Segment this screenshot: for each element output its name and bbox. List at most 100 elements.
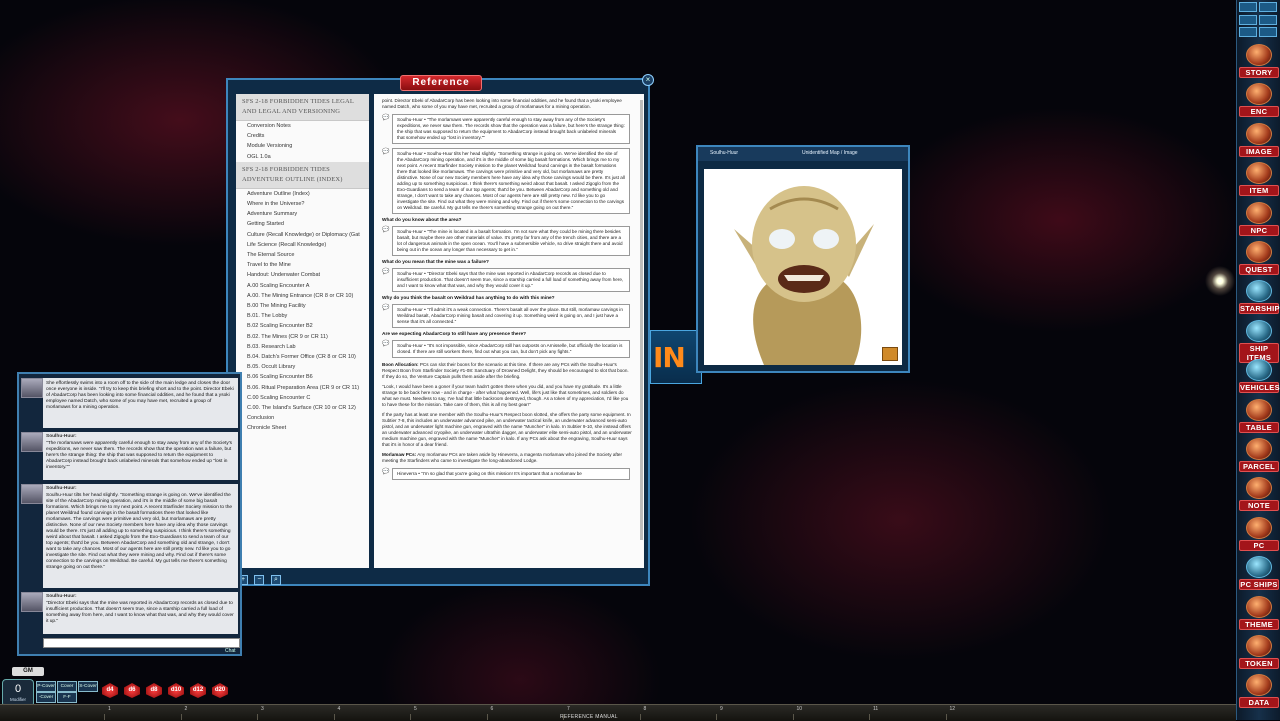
- question-heading: What do you know about the area?: [382, 218, 636, 223]
- avatar: [21, 592, 43, 612]
- toc-link[interactable]: Credits: [236, 131, 369, 141]
- sidebar-item-note[interactable]: NOTE: [1239, 477, 1279, 511]
- toc-link[interactable]: C.00 Scaling Encounter C: [236, 393, 369, 403]
- sidebar-item-theme[interactable]: THEME: [1239, 596, 1279, 630]
- chat-message: Soulhu-Huur:Soulhu-Huur tilts her head s…: [43, 484, 238, 588]
- avatar: [21, 432, 43, 452]
- toc-link[interactable]: C.00. The Island's Surface (CR 10 or CR …: [236, 403, 369, 413]
- cover-button[interactable]: -Cover: [36, 692, 56, 703]
- reference-window-title[interactable]: Reference: [400, 75, 482, 91]
- gm-badge[interactable]: GM: [12, 667, 44, 676]
- toc-link[interactable]: OGL 1.0a: [236, 152, 369, 162]
- hotkey-number: 5: [414, 706, 417, 712]
- library-sidebar: STORY ENC IMAGE ITEM NPC QUEST STARSHIPS SHIP I…: [1236, 0, 1280, 720]
- collapse-all-button[interactable]: −: [254, 575, 264, 585]
- sidebar-item-pc-ships[interactable]: PC SHIPS: [1239, 556, 1279, 590]
- hotkey-slot[interactable]: [946, 714, 1023, 720]
- close-icon[interactable]: ×: [642, 74, 654, 86]
- toc-link[interactable]: Handout: Underwater Combat: [236, 270, 369, 280]
- toc-link[interactable]: Conclusion: [236, 413, 369, 423]
- hotkey-slot[interactable]: [869, 714, 946, 720]
- dialogue-box[interactable]: Soulhu-Huur • "I'll admit it's a weak co…: [392, 304, 630, 328]
- toc-link[interactable]: Adventure Outline (Index): [236, 189, 369, 199]
- sidebar-item-story[interactable]: STORY: [1239, 44, 1279, 78]
- cover-button[interactable]: Cover: [57, 681, 77, 692]
- sidebar-item-token[interactable]: TOKEN: [1239, 635, 1279, 669]
- hotkey-number: 1: [108, 706, 111, 712]
- dialogue-box[interactable]: Soulhu-Huur • "Director Ebeki says that …: [392, 268, 630, 292]
- reference-content-pane[interactable]: point. Director Ebeki of AbadarCorp has …: [374, 94, 644, 568]
- toc-link[interactable]: Culture (Recall Knowledge) or Diplomacy …: [236, 230, 369, 240]
- toc-link[interactable]: A.00 Scaling Encounter A: [236, 281, 369, 291]
- sidebar-item-vehicles[interactable]: VEHICLES: [1239, 359, 1279, 393]
- cover-button[interactable]: P-Cover: [36, 681, 56, 692]
- dialogue-box[interactable]: Soulhu-Huur • "The morlamaws were appare…: [392, 114, 630, 144]
- pin-icon[interactable]: [882, 347, 898, 361]
- toc-link[interactable]: B.04. Datch's Former Office (CR 8 or CR …: [236, 352, 369, 362]
- toc-link[interactable]: Module Versioning: [236, 141, 369, 151]
- cover-button[interactable]: F-F: [57, 692, 77, 703]
- sidebar-item-starships[interactable]: STARSHIPS: [1239, 280, 1279, 314]
- toc-link[interactable]: Conversion Notes: [236, 121, 369, 131]
- theme-icon: [1246, 596, 1272, 618]
- hotkey-slot[interactable]: [334, 714, 411, 720]
- toc-link[interactable]: B.01. The Lobby: [236, 311, 369, 321]
- sidebar-item-quest[interactable]: QUEST: [1239, 241, 1279, 275]
- toc-link[interactable]: B.02 Scaling Encounter B2: [236, 321, 369, 331]
- hotkey-slot[interactable]: [181, 714, 258, 720]
- hotkey-slot[interactable]: [716, 714, 793, 720]
- hotkey-slot[interactable]: [487, 714, 564, 720]
- hotkey-number: 11: [873, 706, 878, 712]
- sidebar-item-item[interactable]: ITEM: [1239, 162, 1279, 196]
- toc-section-heading[interactable]: SFS 2-18 FORBIDDEN TIDES ADVENTURE OUTLI…: [236, 162, 369, 189]
- vehicles-icon: [1246, 359, 1272, 381]
- toc-link[interactable]: B.00 The Mining Facility: [236, 301, 369, 311]
- hotkey-slot[interactable]: [104, 714, 181, 720]
- search-icon[interactable]: ⌕: [271, 575, 281, 585]
- image-name[interactable]: Soulhu-Huur: [710, 150, 738, 156]
- hotkey-slot[interactable]: [793, 714, 870, 720]
- toc-link[interactable]: Life Science (Recall Knowledge): [236, 240, 369, 250]
- dialogue-box[interactable]: Soulhu-Huur • Soulhu-Huur tilts her head…: [392, 148, 630, 214]
- sidebar-item-data[interactable]: DATA: [1239, 674, 1279, 708]
- dialogue-box[interactable]: Hineverra • "I'm so glad that you're goi…: [392, 468, 630, 480]
- toc-link[interactable]: Chronicle Sheet: [236, 423, 369, 433]
- sidebar-item-npc[interactable]: NPC: [1239, 202, 1279, 236]
- sidebar-tool-button[interactable]: [1239, 2, 1257, 12]
- sidebar-tool-button[interactable]: [1239, 15, 1257, 25]
- modifier-box[interactable]: 0Modifier: [2, 679, 34, 707]
- sidebar-tool-button[interactable]: [1259, 2, 1277, 12]
- sidebar-item-parcel[interactable]: PARCEL: [1239, 438, 1279, 472]
- sidebar-item-ship-items[interactable]: SHIP ITEMS: [1239, 320, 1279, 354]
- hotkey-slot[interactable]: [640, 714, 717, 720]
- dialogue-box[interactable]: Soulhu-Huur • "The mine is located in a …: [392, 226, 630, 256]
- toc-link[interactable]: B.05. Occult Library: [236, 362, 369, 372]
- sidebar-item-table[interactable]: TABLE: [1239, 399, 1279, 433]
- dialogue-box[interactable]: Soulhu-Huur • "It's not impossible, sinc…: [392, 340, 630, 358]
- toc-link[interactable]: B.06. Ritual Preparation Area (CR 9 or C…: [236, 383, 369, 393]
- hotkey-slot[interactable]: [563, 714, 640, 720]
- sidebar-tool-button[interactable]: [1239, 27, 1257, 37]
- sidebar-tool-button[interactable]: [1259, 27, 1277, 37]
- sidebar-item-pc[interactable]: PC: [1239, 517, 1279, 551]
- hotkey-number: 7: [567, 706, 570, 712]
- hotkey-number: 10: [797, 706, 803, 712]
- toc-link[interactable]: Adventure Summary: [236, 209, 369, 219]
- toc-link[interactable]: Travel to the Mine: [236, 260, 369, 270]
- toc-link[interactable]: B.02. The Mines (CR 9 or CR 11): [236, 332, 369, 342]
- toc-link[interactable]: Where in the Universe?: [236, 199, 369, 209]
- sidebar-tool-button[interactable]: [1259, 15, 1277, 25]
- hotkey-slot[interactable]: [410, 714, 487, 720]
- content-scrollbar[interactable]: [640, 100, 643, 540]
- chat-input[interactable]: [43, 638, 240, 648]
- sidebar-item-enc[interactable]: ENC: [1239, 83, 1279, 117]
- toc-link[interactable]: B.03. Research Lab: [236, 342, 369, 352]
- cover-button[interactable]: S-Cover: [78, 681, 98, 692]
- toc-link[interactable]: B.06 Scaling Encounter B6: [236, 372, 369, 382]
- toc-link[interactable]: Getting Started: [236, 219, 369, 229]
- toc-link[interactable]: The Eternal Source: [236, 250, 369, 260]
- toc-link[interactable]: A.00. The Mining Entrance (CR 8 or CR 10…: [236, 291, 369, 301]
- sidebar-item-image[interactable]: IMAGE: [1239, 123, 1279, 157]
- toc-section-heading[interactable]: SFS 2-18 FORBIDDEN TIDES LEGAL AND LEGAL…: [236, 94, 369, 121]
- hotkey-slot[interactable]: [257, 714, 334, 720]
